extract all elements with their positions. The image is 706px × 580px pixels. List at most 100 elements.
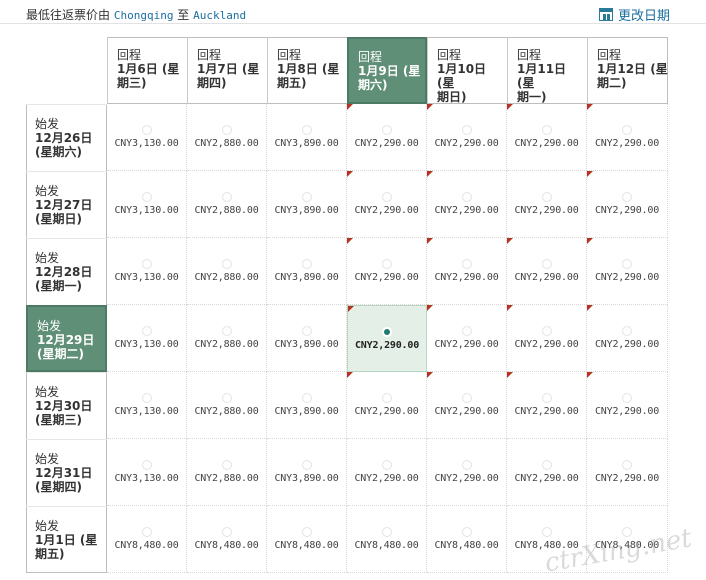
fare-radio[interactable] — [381, 192, 392, 202]
fare-cell[interactable]: CNY2,290.00 — [587, 238, 668, 305]
fare-radio[interactable] — [301, 527, 312, 537]
fare-radio[interactable] — [541, 460, 552, 470]
fare-radio[interactable] — [301, 192, 312, 202]
fare-cell[interactable]: CNY2,880.00 — [187, 439, 267, 506]
return-date-header[interactable]: 回程 1月12日 (星 期二) — [587, 37, 668, 104]
fare-cell[interactable]: CNY3,130.00 — [107, 439, 187, 506]
return-date-header[interactable]: 回程 1月11日 (星 期一) — [507, 37, 587, 104]
fare-radio[interactable] — [622, 192, 632, 202]
fare-radio[interactable] — [141, 326, 152, 336]
fare-cell[interactable]: CNY3,130.00 — [107, 171, 187, 238]
fare-radio[interactable] — [141, 192, 152, 202]
fare-radio[interactable] — [461, 326, 472, 336]
fare-radio[interactable] — [141, 393, 152, 403]
fare-radio[interactable] — [461, 527, 472, 537]
fare-radio[interactable] — [382, 327, 392, 337]
depart-date-header[interactable]: 始发 12月26日 (星期六) — [26, 104, 107, 171]
fare-radio[interactable] — [541, 527, 552, 537]
fare-cell[interactable]: CNY2,290.00 — [347, 305, 427, 372]
fare-radio[interactable] — [221, 527, 232, 537]
fare-radio[interactable] — [301, 393, 312, 403]
fare-radio[interactable] — [622, 259, 632, 269]
fare-cell[interactable]: CNY2,880.00 — [187, 372, 267, 439]
fare-cell[interactable]: CNY2,290.00 — [507, 372, 587, 439]
fare-radio[interactable] — [461, 125, 472, 135]
fare-cell[interactable]: CNY2,880.00 — [187, 238, 267, 305]
fare-cell[interactable]: CNY2,290.00 — [587, 104, 668, 171]
fare-cell[interactable]: CNY2,290.00 — [587, 305, 668, 372]
fare-radio[interactable] — [622, 393, 632, 403]
fare-cell[interactable]: CNY3,890.00 — [267, 305, 347, 372]
fare-cell[interactable]: CNY8,480.00 — [107, 506, 187, 573]
fare-cell[interactable]: CNY8,480.00 — [267, 506, 347, 573]
depart-date-header[interactable]: 始发 12月27日 (星期日) — [26, 171, 107, 238]
fare-radio[interactable] — [622, 326, 632, 336]
fare-cell[interactable]: CNY2,290.00 — [347, 238, 427, 305]
fare-cell[interactable]: CNY3,890.00 — [267, 238, 347, 305]
fare-cell[interactable]: CNY2,290.00 — [427, 171, 507, 238]
fare-radio[interactable] — [461, 393, 472, 403]
fare-radio[interactable] — [221, 460, 232, 470]
fare-cell[interactable]: CNY2,880.00 — [187, 171, 267, 238]
fare-cell[interactable]: CNY2,290.00 — [587, 439, 668, 506]
fare-radio[interactable] — [381, 393, 392, 403]
fare-cell[interactable]: CNY3,890.00 — [267, 171, 347, 238]
fare-cell[interactable]: CNY2,290.00 — [507, 104, 587, 171]
fare-cell[interactable]: CNY2,290.00 — [507, 305, 587, 372]
fare-cell[interactable]: CNY2,290.00 — [507, 439, 587, 506]
fare-radio[interactable] — [221, 192, 232, 202]
return-date-header[interactable]: 回程 1月6日 (星 期三) — [107, 37, 187, 104]
fare-radio[interactable] — [381, 125, 392, 135]
fare-radio[interactable] — [301, 125, 312, 135]
fare-cell[interactable]: CNY3,130.00 — [107, 238, 187, 305]
return-date-header[interactable]: 回程 1月9日 (星 期六) — [347, 37, 427, 104]
fare-radio[interactable] — [461, 460, 472, 470]
fare-radio[interactable] — [221, 393, 232, 403]
fare-radio[interactable] — [141, 259, 152, 269]
fare-cell[interactable]: CNY3,130.00 — [107, 104, 187, 171]
fare-cell[interactable]: CNY2,290.00 — [427, 238, 507, 305]
fare-cell[interactable]: CNY2,290.00 — [507, 238, 587, 305]
fare-radio[interactable] — [141, 125, 152, 135]
fare-cell[interactable]: CNY2,290.00 — [347, 439, 427, 506]
fare-cell[interactable]: CNY2,290.00 — [427, 305, 507, 372]
fare-cell[interactable]: CNY2,290.00 — [347, 104, 427, 171]
fare-radio[interactable] — [541, 393, 552, 403]
fare-cell[interactable]: CNY3,890.00 — [267, 439, 347, 506]
fare-cell[interactable]: CNY3,130.00 — [107, 305, 187, 372]
fare-cell[interactable]: CNY2,290.00 — [587, 171, 668, 238]
fare-radio[interactable] — [141, 527, 152, 537]
fare-radio[interactable] — [541, 125, 552, 135]
fare-radio[interactable] — [541, 326, 552, 336]
fare-cell[interactable]: CNY2,880.00 — [187, 104, 267, 171]
fare-cell[interactable]: CNY2,290.00 — [427, 439, 507, 506]
fare-radio[interactable] — [221, 125, 232, 135]
fare-radio[interactable] — [381, 460, 392, 470]
fare-radio[interactable] — [622, 125, 632, 135]
fare-radio[interactable] — [301, 460, 312, 470]
fare-radio[interactable] — [541, 259, 552, 269]
fare-radio[interactable] — [221, 259, 232, 269]
fare-cell[interactable]: CNY8,480.00 — [187, 506, 267, 573]
fare-cell[interactable]: CNY8,480.00 — [347, 506, 427, 573]
fare-cell[interactable]: CNY2,290.00 — [427, 372, 507, 439]
fare-radio[interactable] — [381, 527, 392, 537]
fare-cell[interactable]: CNY2,290.00 — [347, 372, 427, 439]
return-date-header[interactable]: 回程 1月8日 (星 期五) — [267, 37, 347, 104]
fare-cell[interactable]: CNY3,890.00 — [267, 104, 347, 171]
depart-date-header[interactable]: 始发 12月31日 (星期四) — [26, 439, 107, 506]
fare-cell[interactable]: CNY2,880.00 — [187, 305, 267, 372]
fare-cell[interactable]: CNY2,290.00 — [507, 171, 587, 238]
depart-date-header[interactable]: 始发 12月28日 (星期一) — [26, 238, 107, 305]
fare-cell[interactable]: CNY3,890.00 — [267, 372, 347, 439]
fare-cell[interactable]: CNY8,480.00 — [427, 506, 507, 573]
fare-cell[interactable]: CNY2,290.00 — [347, 171, 427, 238]
fare-cell[interactable]: CNY3,130.00 — [107, 372, 187, 439]
depart-date-header[interactable]: 始发 12月30日 (星期三) — [26, 372, 107, 439]
fare-radio[interactable] — [622, 460, 632, 470]
fare-radio[interactable] — [141, 460, 152, 470]
return-date-header[interactable]: 回程 1月10日 (星 期日) — [427, 37, 507, 104]
fare-radio[interactable] — [221, 326, 232, 336]
fare-cell[interactable]: CNY2,290.00 — [587, 372, 668, 439]
fare-radio[interactable] — [301, 259, 312, 269]
